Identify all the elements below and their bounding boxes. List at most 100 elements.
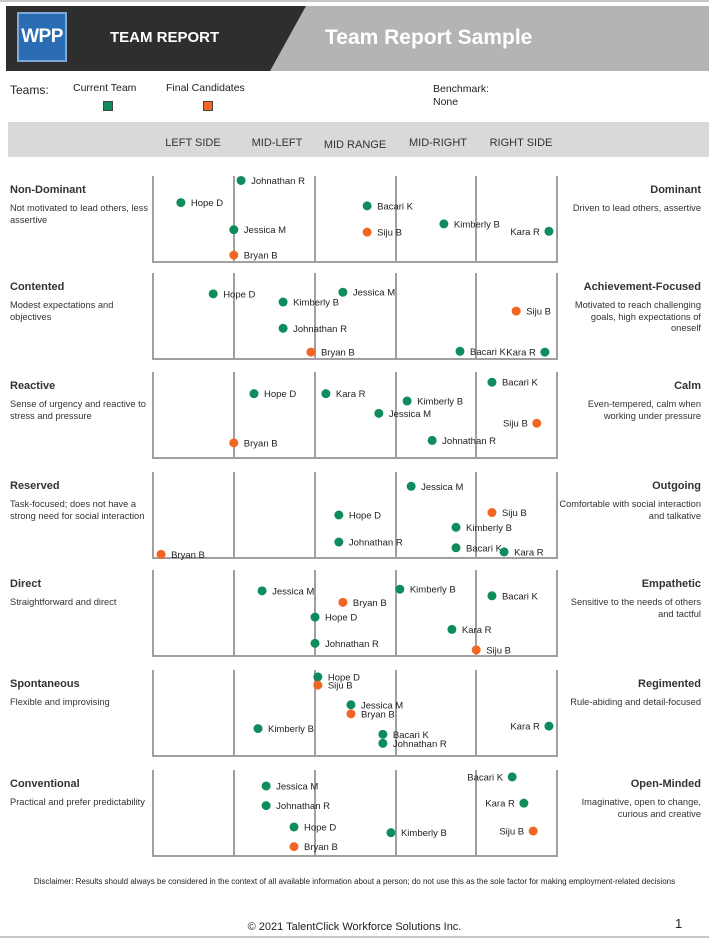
data-point-label: Kara R bbox=[485, 799, 515, 810]
data-point-siju-b bbox=[528, 826, 538, 836]
data-point-label: Kara R bbox=[336, 389, 366, 400]
trait-plot: Bacari K Jessica M Kara R Johnathan R Hope D… bbox=[152, 770, 558, 857]
data-point-bacari-k bbox=[378, 729, 388, 739]
data-point-hope-d bbox=[289, 822, 299, 832]
data-point-bacari-k bbox=[487, 591, 497, 601]
data-point-johnathan-r bbox=[261, 801, 271, 811]
data-point-jessica-m bbox=[374, 408, 384, 418]
data-point-kimberly-b bbox=[395, 584, 405, 594]
data-point-label: Kimberly B bbox=[293, 298, 339, 309]
trait-plot: Bacari K Hope D Kara R Kimberly BJessica M S… bbox=[152, 372, 558, 459]
data-point-label: Bryan B bbox=[304, 842, 338, 853]
data-point-label: Siju B bbox=[377, 228, 402, 239]
data-point-kimberly-b bbox=[253, 724, 263, 734]
data-point-label: Hope D bbox=[304, 822, 336, 833]
data-point-label: Bacari K bbox=[502, 591, 539, 602]
data-point-label: Johnathan R bbox=[293, 324, 347, 335]
data-point-jessica-m bbox=[338, 287, 348, 297]
data-point-label: Bryan B bbox=[321, 348, 355, 359]
data-point-label: Kimberly B bbox=[454, 219, 500, 230]
data-point-label: Hope D bbox=[349, 511, 381, 522]
data-point-jessica-m bbox=[261, 781, 271, 791]
data-point-label: Jessica M bbox=[272, 586, 314, 597]
data-point-bryan-b bbox=[229, 250, 239, 260]
data-point-hope-d bbox=[313, 672, 323, 682]
data-point-jessica-m bbox=[257, 586, 267, 596]
data-point-siju-b bbox=[313, 680, 323, 690]
data-point-jessica-m bbox=[346, 700, 356, 710]
data-point-johnathan-r bbox=[334, 537, 344, 547]
data-point-johnathan-r bbox=[378, 738, 388, 748]
data-point-label: Kara R bbox=[462, 625, 492, 636]
data-point-label: Siju B bbox=[526, 307, 551, 318]
data-point-kimberly-b bbox=[402, 396, 412, 406]
data-point-bryan-b bbox=[229, 438, 239, 448]
data-point-label: Kimberly B bbox=[268, 724, 314, 735]
data-point-label: Bryan B bbox=[244, 251, 278, 262]
data-point-label: Johnathan R bbox=[276, 801, 330, 812]
data-point-label: Siju B bbox=[328, 681, 353, 692]
data-point-bacari-k bbox=[487, 377, 497, 387]
data-point-kara-r bbox=[519, 798, 529, 808]
data-point-label: Siju B bbox=[486, 645, 511, 656]
data-point-label: Bryan B bbox=[244, 438, 278, 449]
data-point-hope-d bbox=[249, 389, 259, 399]
data-point-label: Siju B bbox=[503, 419, 528, 430]
data-point-label: Jessica M bbox=[276, 781, 318, 792]
data-point-hope-d bbox=[208, 289, 218, 299]
data-point-label: Bacari K bbox=[466, 543, 503, 554]
data-point-siju-b bbox=[471, 645, 481, 655]
data-point-bacari-k bbox=[362, 201, 372, 211]
data-point-bryan-b bbox=[306, 347, 316, 357]
data-point-label: Bacari K bbox=[502, 378, 539, 389]
data-point-jessica-m bbox=[406, 481, 416, 491]
data-point-jessica-m bbox=[229, 225, 239, 235]
data-point-siju-b bbox=[532, 418, 542, 428]
data-point-label: Johnathan R bbox=[442, 436, 496, 447]
page-number: 1 bbox=[675, 916, 683, 931]
data-point-label: Kara R bbox=[510, 722, 540, 733]
data-point-label: Hope D bbox=[264, 389, 296, 400]
data-point-kimberly-b bbox=[278, 297, 288, 307]
data-point-label: Kimberly B bbox=[401, 828, 447, 839]
data-point-label: Bryan B bbox=[361, 709, 395, 720]
data-point-label: Jessica M bbox=[421, 482, 463, 493]
data-point-label: Kara R bbox=[514, 547, 544, 558]
data-point-bryan-b bbox=[289, 842, 299, 852]
data-point-label: Johnathan R bbox=[349, 538, 403, 549]
trait-plot: Johnathan R Hope D Bacari K Kimberly B Kara … bbox=[152, 175, 558, 263]
data-point-label: Bacari K bbox=[467, 772, 504, 783]
data-point-bryan-b bbox=[338, 597, 348, 607]
data-point-kara-r bbox=[499, 547, 509, 557]
data-point-johnathan-r bbox=[236, 175, 246, 185]
data-point-label: Bryan B bbox=[171, 550, 205, 561]
data-point-bacari-k bbox=[507, 772, 517, 782]
data-point-kimberly-b bbox=[451, 522, 461, 532]
data-point-siju-b bbox=[511, 306, 521, 316]
data-point-label: Johnathan R bbox=[325, 639, 379, 650]
data-point-label: Kimberly B bbox=[410, 585, 456, 596]
data-point-label: Kara R bbox=[510, 227, 540, 238]
data-point-label: Hope D bbox=[191, 198, 223, 209]
data-point-label: Siju B bbox=[502, 508, 527, 519]
trait-plot: Hope D Jessica M Kimberly B Siju B Johnathan… bbox=[152, 273, 558, 360]
disclaimer: Disclaimer: Results should always be con… bbox=[33, 877, 676, 886]
data-point-label: Jessica M bbox=[244, 225, 286, 236]
trait-plot: Jessica M Siju B Hope D Kimberly B Johnathan… bbox=[152, 472, 558, 561]
data-point-hope-d bbox=[176, 198, 186, 208]
data-point-label: Hope D bbox=[325, 613, 357, 624]
data-point-kara-r bbox=[540, 347, 550, 357]
data-point-bacari-k bbox=[455, 346, 465, 356]
trait-scatter-chart: Johnathan R Hope D Bacari K Kimberly B Kara … bbox=[152, 175, 558, 857]
data-point-bacari-k bbox=[451, 543, 461, 553]
data-point-johnathan-r bbox=[427, 435, 437, 445]
data-point-label: Bryan B bbox=[353, 598, 387, 609]
data-point-hope-d bbox=[334, 510, 344, 520]
data-point-siju-b bbox=[487, 508, 497, 518]
data-point-johnathan-r bbox=[278, 323, 288, 333]
data-point-kara-r bbox=[544, 721, 554, 731]
data-point-label: Bacari K bbox=[377, 201, 414, 212]
copyright: © 2021 TalentClick Workforce Solutions I… bbox=[247, 921, 462, 933]
trait-plot: Hope DSiju BJessica MBryan BKimberly B Ka… bbox=[152, 670, 558, 757]
data-point-bryan-b bbox=[346, 709, 356, 719]
